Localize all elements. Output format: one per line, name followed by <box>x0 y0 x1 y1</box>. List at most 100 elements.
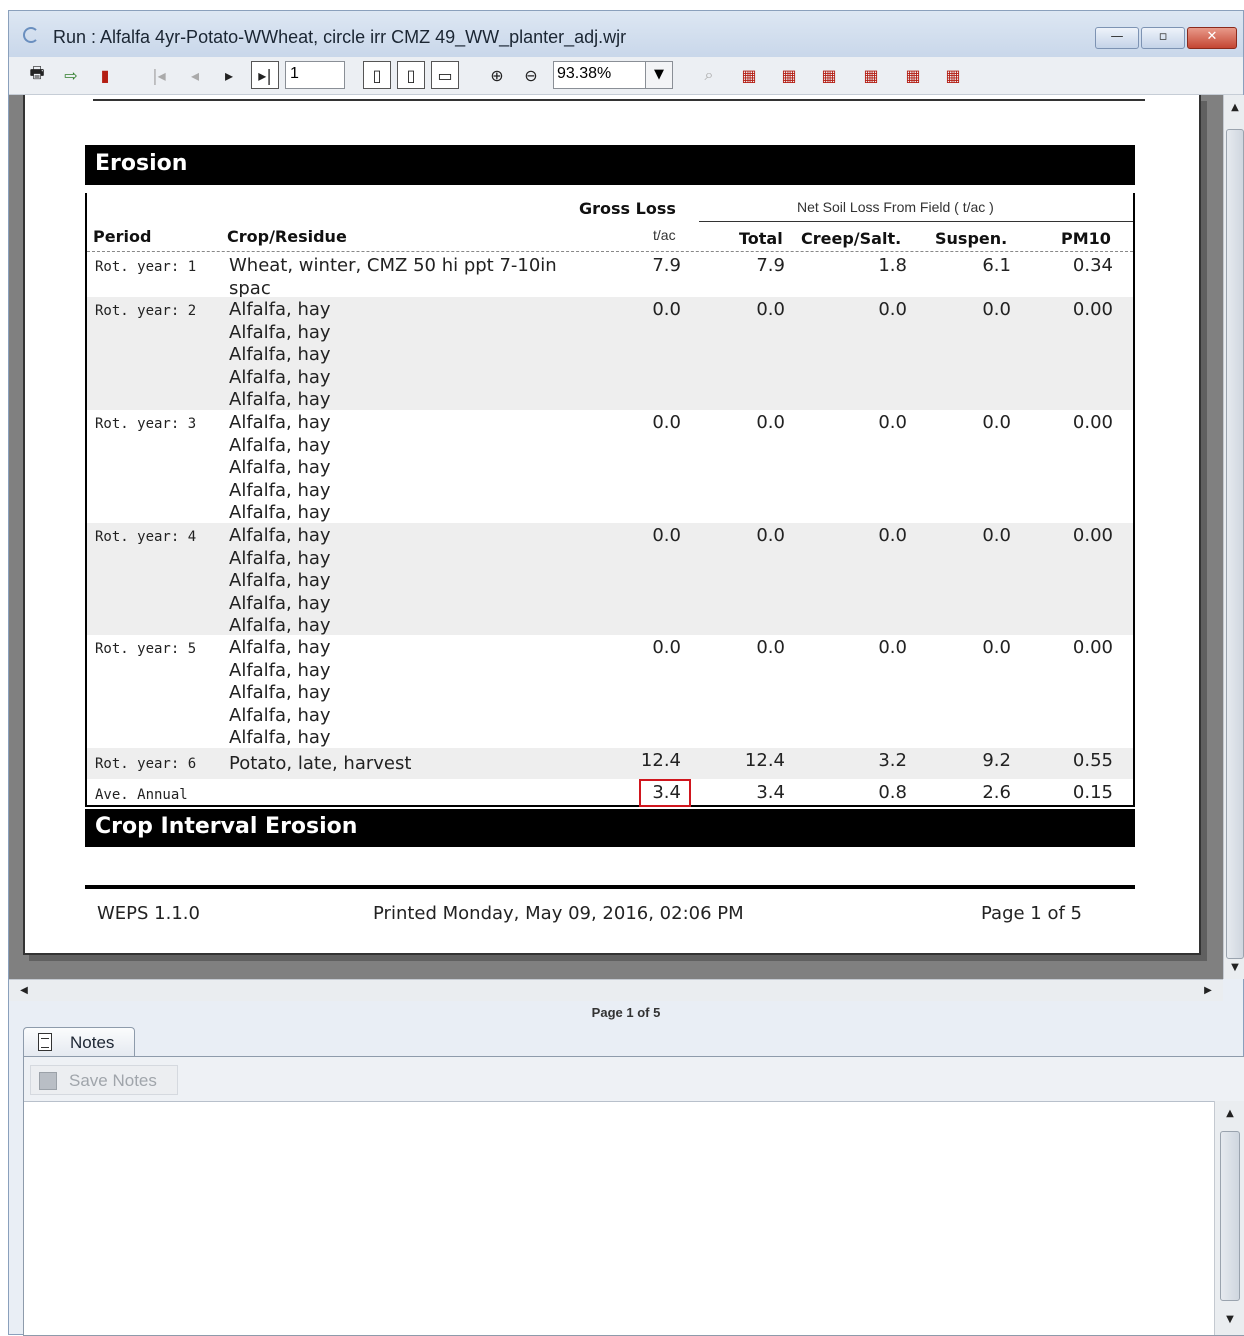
row-suspen: 2.6 <box>982 782 1011 803</box>
pdf-icon[interactable]: ▮ <box>91 61 119 89</box>
row-pm10: 0.15 <box>1072 782 1113 803</box>
header-unit: t/ac <box>653 227 676 243</box>
row-total: 3.4 <box>756 782 785 803</box>
first-page-icon[interactable]: |◂ <box>145 61 173 89</box>
fit-width-icon[interactable]: ▭ <box>431 61 459 89</box>
erosion-table: Gross Loss Net Soil Loss From Field ( t/… <box>85 193 1135 807</box>
row-suspen: 6.1 <box>982 255 1011 276</box>
row-crops: Wheat, winter, CMZ 50 hi ppt 7-10in spac <box>229 255 557 300</box>
row-period: Rot. year: 6 <box>95 756 197 772</box>
table-row: Rot. year: 3 Alfalfa, hay Alfalfa, hay A… <box>87 410 1133 523</box>
row-creep-salt: 0.0 <box>878 299 907 320</box>
previous-page-icon[interactable]: ◂ <box>181 61 209 89</box>
export-csv-icon[interactable]: ▦ <box>815 61 843 89</box>
report-window: Run : Alfalfa 4yr-Potato-WWheat, circle … <box>8 10 1244 1336</box>
row-period: Rot. year: 5 <box>95 641 197 657</box>
row-crop: Alfalfa, hay <box>229 389 331 410</box>
row-period: Ave. Annual <box>95 787 188 803</box>
row-suspen: 0.0 <box>982 299 1011 320</box>
scroll-thumb[interactable] <box>1226 129 1244 959</box>
row-crop: Alfalfa, hay <box>229 299 331 320</box>
actual-size-icon[interactable]: ▯ <box>363 61 391 89</box>
row-crop: Alfalfa, hay <box>229 659 331 681</box>
footer-page: Page 1 of 5 <box>981 903 1082 924</box>
row-creep-salt: 0.0 <box>878 525 907 546</box>
row-creep-salt: 3.2 <box>878 750 907 771</box>
row-suspen: 0.0 <box>982 412 1011 433</box>
zoom-field[interactable]: 93.38% <box>553 61 651 89</box>
row-pm10: 0.34 <box>1072 255 1113 276</box>
row-crop: Alfalfa, hay <box>229 637 331 658</box>
row-gross-loss: 0.0 <box>652 299 681 320</box>
header-period: Period <box>93 227 152 246</box>
header-pm10: PM10 <box>1061 229 1111 248</box>
maximize-button[interactable]: ▫ <box>1141 27 1185 49</box>
row-crops: Alfalfa, hay Alfalfa, hay Alfalfa, hay A… <box>229 299 331 412</box>
close-button[interactable]: ✕ <box>1187 27 1237 49</box>
export-xls-icon[interactable]: ▦ <box>735 61 763 89</box>
row-period: Rot. year: 4 <box>95 529 197 545</box>
scroll-up-icon[interactable]: ▲ <box>1226 97 1244 119</box>
header-gross-loss: Gross Loss <box>579 199 676 218</box>
row-gross-loss: 0.0 <box>652 525 681 546</box>
zoom-in-icon[interactable]: ⊕ <box>483 61 511 89</box>
report-toolbar: 🖶 ⇨ ▮ |◂ ◂ ▸ ▸| 1 ▯ ▯ ▭ ⊕ ⊖ 93.38% ▼ ⌕ ▦… <box>9 57 1243 95</box>
export-rtf-icon[interactable]: ▦ <box>775 61 803 89</box>
zoom-out-icon[interactable]: ⊖ <box>517 61 545 89</box>
scroll-down-icon[interactable]: ▼ <box>1226 957 1244 979</box>
header-separator <box>87 251 1133 252</box>
row-total: 0.0 <box>756 412 785 433</box>
tab-notes[interactable]: Notes <box>23 1027 135 1057</box>
notes-vertical-scrollbar[interactable]: ▲ ▼ <box>1214 1101 1244 1335</box>
find-icon[interactable]: ⌕ <box>695 61 723 89</box>
notes-scroll-down-icon[interactable]: ▼ <box>1221 1309 1239 1331</box>
notes-textarea[interactable] <box>24 1101 1214 1335</box>
gross-loss-highlight-box <box>639 779 691 807</box>
table-row: Rot. year: 6 Potato, late, harvest 12.4 … <box>87 748 1133 779</box>
save-notes-label: Save Notes <box>69 1071 157 1090</box>
row-pm10: 0.55 <box>1072 750 1113 771</box>
last-page-icon[interactable]: ▸| <box>251 61 279 89</box>
row-gross-loss: 0.0 <box>652 637 681 658</box>
row-gross-loss: 7.9 <box>652 255 681 276</box>
report-horizontal-scrollbar[interactable]: ◀ ▶ <box>9 979 1223 1001</box>
row-crop: Alfalfa, hay <box>229 502 331 523</box>
notes-scroll-up-icon[interactable]: ▲ <box>1221 1103 1239 1125</box>
row-crop: Alfalfa, hay <box>229 592 331 614</box>
minimize-button[interactable]: — <box>1095 27 1139 49</box>
page-number-field[interactable]: 1 <box>285 61 345 89</box>
row-pm10: 0.00 <box>1072 412 1113 433</box>
row-suspen: 0.0 <box>982 525 1011 546</box>
fit-page-icon[interactable]: ▯ <box>397 61 425 89</box>
row-crops: Alfalfa, hay Alfalfa, hay Alfalfa, hay A… <box>229 525 331 638</box>
print-icon[interactable]: 🖶 <box>23 61 51 89</box>
erosion-section-title: Erosion <box>85 145 1135 185</box>
footer-version: WEPS 1.1.0 <box>97 903 200 924</box>
header-creep-salt: Creep/Salt. <box>801 229 902 248</box>
notes-scroll-thumb[interactable] <box>1220 1131 1240 1301</box>
row-crop: Alfalfa, hay <box>229 344 331 365</box>
next-page-icon[interactable]: ▸ <box>215 61 243 89</box>
header-crop-residue: Crop/Residue <box>227 227 347 246</box>
row-crop: Alfalfa, hay <box>229 479 331 501</box>
export-doc-icon[interactable]: ▦ <box>939 61 967 89</box>
report-page: Erosion Gross Loss Net Soil Loss From Fi… <box>23 95 1201 955</box>
scroll-left-icon[interactable]: ◀ <box>13 982 35 1000</box>
row-total: 0.0 <box>756 637 785 658</box>
row-creep-salt: 1.8 <box>878 255 907 276</box>
export-html-icon[interactable]: ▦ <box>899 61 927 89</box>
table-row: Rot. year: 1 Wheat, winter, CMZ 50 hi pp… <box>87 253 1133 300</box>
footer-rule <box>85 885 1135 889</box>
header-divider <box>699 221 1133 222</box>
row-crop: Alfalfa, hay <box>229 704 331 726</box>
scroll-right-icon[interactable]: ▶ <box>1197 982 1219 1000</box>
export-txt-icon[interactable]: ▦ <box>857 61 885 89</box>
notes-panel: Save Notes ▲ ▼ <box>23 1056 1244 1336</box>
report-vertical-scrollbar[interactable]: ▲ ▼ <box>1223 95 1244 979</box>
page-indicator: Page 1 of 5 <box>591 1005 661 1020</box>
zoom-dropdown-icon[interactable]: ▼ <box>645 61 673 89</box>
row-total: 7.9 <box>756 255 785 276</box>
export-icon[interactable]: ⇨ <box>57 61 85 89</box>
save-notes-button[interactable]: Save Notes <box>30 1065 178 1095</box>
header-total: Total <box>739 229 783 248</box>
